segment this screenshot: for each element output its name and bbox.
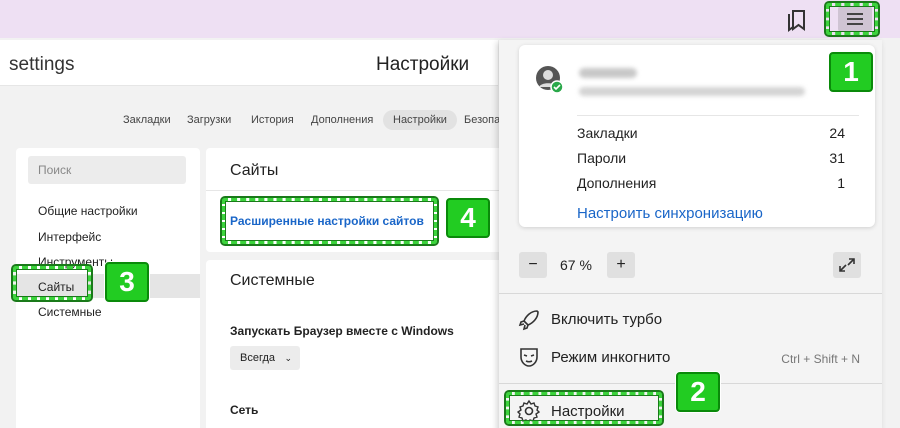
stat-passwords-value: 31 [829, 150, 845, 166]
step-badge-2: 2 [676, 372, 720, 412]
page-title: Настройки [376, 54, 470, 75]
browser-menu: Закладки 24 Пароли 31 Дополнения 1 Настр… [499, 40, 882, 428]
system-heading: Системные [230, 272, 315, 289]
search-input[interactable]: Поиск [28, 156, 186, 184]
chevron-down-icon: ⌄ [284, 353, 292, 363]
network-label: Сеть [230, 403, 259, 417]
fullscreen-icon [839, 258, 855, 272]
account-card: Закладки 24 Пароли 31 Дополнения 1 Настр… [519, 45, 875, 227]
bookmarks-icon[interactable] [786, 8, 808, 32]
stat-bookmarks-label: Закладки [577, 125, 638, 141]
sites-heading: Сайты [230, 162, 279, 179]
tab-downloads[interactable]: Загрузки [187, 110, 231, 130]
menu-item-incognito-label: Режим инкогнито [551, 349, 671, 366]
settings-header: settings Настройки [0, 40, 498, 86]
step-badge-3: 3 [105, 262, 149, 302]
blurred-account-email [579, 87, 805, 96]
address-text[interactable]: settings [9, 54, 74, 76]
sidebar-item-system[interactable]: Системные [38, 305, 102, 319]
highlight-settings-item [506, 392, 662, 424]
incognito-mask-icon [517, 345, 541, 369]
avatar-icon[interactable] [535, 65, 564, 94]
highlight-menu-button [826, 3, 878, 35]
step-badge-1: 1 [829, 52, 873, 92]
tab-extensions[interactable]: Дополнения [311, 110, 373, 130]
rocket-icon [517, 308, 541, 332]
stat-extensions-label: Дополнения [577, 175, 657, 191]
tab-history[interactable]: История [251, 110, 294, 130]
blurred-account-name [579, 68, 637, 78]
highlight-advanced-link [222, 198, 437, 244]
configure-sync-link[interactable]: Настроить синхронизацию [577, 205, 763, 222]
step-badge-4: 4 [446, 198, 490, 238]
zoom-in-button[interactable]: + [607, 252, 635, 278]
autostart-dropdown[interactable]: Всегда ⌄ [230, 346, 300, 370]
divider [577, 115, 859, 116]
highlight-sites-item [13, 266, 91, 300]
fullscreen-button[interactable] [833, 252, 861, 278]
zoom-out-button[interactable]: − [519, 252, 547, 278]
autostart-label: Запускать Браузер вместе с Windows [230, 324, 454, 338]
tab-settings[interactable]: Настройки [383, 110, 457, 130]
tab-security[interactable]: Безопа [464, 110, 500, 130]
sidebar-item-general[interactable]: Общие настройки [38, 204, 138, 218]
menu-item-turbo-label: Включить турбо [551, 311, 663, 328]
sidebar-item-interface[interactable]: Интерфейс [38, 230, 101, 244]
zoom-level: 67 % [560, 257, 592, 273]
stat-passwords-label: Пароли [577, 150, 627, 166]
tab-bookmarks[interactable]: Закладки [123, 110, 171, 130]
menu-divider [499, 293, 882, 294]
incognito-shortcut: Ctrl + Shift + N [781, 352, 860, 366]
divider [206, 190, 506, 191]
stat-bookmarks-value: 24 [829, 125, 845, 141]
stat-extensions-value: 1 [837, 175, 845, 191]
browser-toolbar [0, 0, 900, 38]
system-panel: Системные Запускать Браузер вместе с Win… [206, 260, 506, 428]
autostart-value: Всегда [240, 352, 276, 364]
